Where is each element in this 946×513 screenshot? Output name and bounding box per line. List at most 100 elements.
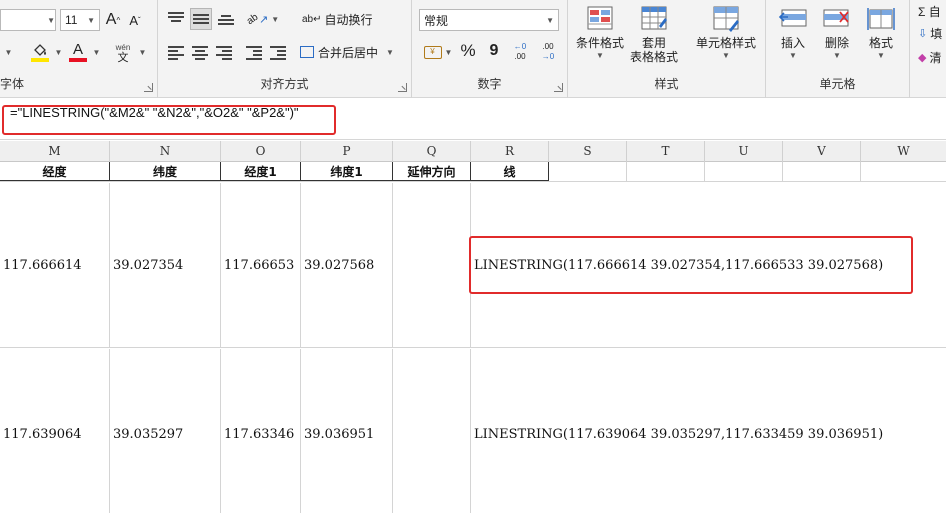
column-header-t[interactable]: T	[627, 141, 705, 162]
comma-style-button[interactable]: 9	[484, 40, 504, 62]
column-header-m[interactable]: M	[0, 141, 110, 162]
column-header-u[interactable]: U	[705, 141, 783, 162]
table-cell[interactable]	[627, 162, 705, 181]
orientation-button[interactable]: ab ↗ ▼	[245, 8, 280, 30]
column-header-v[interactable]: V	[783, 141, 861, 162]
table-cell[interactable]: 117.639064	[0, 349, 110, 513]
column-header-o[interactable]: O	[221, 141, 301, 162]
header-cell-longitude[interactable]: 经度	[0, 162, 110, 181]
currency-icon: ¥	[423, 45, 442, 59]
table-cell[interactable]: 39.027568	[301, 183, 393, 347]
phonetic-dropdown[interactable]: ▼	[136, 44, 147, 60]
grow-font-icon: A	[105, 11, 117, 28]
align-right-button[interactable]	[214, 42, 234, 62]
delete-cells-button[interactable]: 删除 ▼	[822, 4, 852, 60]
border-dropdown[interactable]: ▼	[2, 42, 13, 62]
autosum-button[interactable]: Σ 自	[918, 2, 941, 20]
table-cell[interactable]: 117.66653	[221, 183, 301, 347]
header-cell-direction[interactable]: 延伸方向	[393, 162, 471, 181]
table-cell-linestring[interactable]: LINESTRING(117.666614 39.027354,117.6665…	[471, 183, 946, 347]
table-cell[interactable]: 117.666614	[0, 183, 110, 347]
table-cell[interactable]	[705, 162, 783, 181]
decrease-decimal-button[interactable]: .00 →0	[536, 40, 560, 64]
fill-color-dropdown[interactable]: ▼	[52, 44, 63, 60]
align-top-button[interactable]	[166, 8, 186, 28]
align-bottom-button[interactable]	[216, 8, 236, 28]
cell-styles-button[interactable]: 单元格样式 ▼	[696, 4, 756, 60]
insert-cells-button[interactable]: 插入 ▼	[778, 4, 808, 60]
number-format-dropdown[interactable]: 常规 ▼	[419, 9, 559, 31]
arrow-right-icon: →0	[541, 52, 555, 61]
percent-style-button[interactable]: %	[458, 40, 478, 62]
align-right-icon	[216, 45, 232, 60]
column-header-s[interactable]: S	[549, 141, 627, 162]
fill-color-button[interactable]	[28, 40, 52, 64]
font-color-dropdown[interactable]: ▼	[90, 44, 101, 60]
header-cell-longitude1[interactable]: 经度1	[221, 162, 301, 181]
delete-label: 删除	[824, 36, 849, 50]
table-cell-linestring[interactable]: LINESTRING(117.639064 39.035297,117.6334…	[471, 349, 946, 513]
formula-input[interactable]: ="LINESTRING("&M2&" "&N2&","&O2&" "&P2&"…	[10, 105, 299, 120]
fill-label: 填	[930, 26, 943, 41]
chevron-down-icon: ▼	[271, 14, 280, 24]
alignment-dialog-launcher-icon[interactable]	[398, 83, 407, 92]
wrap-text-label: 自动换行	[324, 12, 373, 27]
column-header-p[interactable]: P	[301, 141, 393, 162]
accounting-format-button[interactable]: ¥ ▼	[420, 42, 456, 62]
delete-cells-icon	[823, 9, 849, 27]
chevron-down-icon: ▼	[789, 51, 797, 60]
align-left-button[interactable]	[166, 42, 186, 62]
merge-center-button[interactable]: 合并后居中 ▼	[300, 41, 398, 63]
format-cells-button[interactable]: 格式 ▼	[866, 4, 896, 60]
shrink-font-button[interactable]: Aˇ	[126, 10, 144, 30]
table-cell[interactable]	[783, 162, 861, 181]
table-cell[interactable]	[861, 162, 946, 181]
table-cell[interactable]	[549, 162, 627, 181]
format-cells-icon	[867, 8, 895, 30]
align-middle-icon	[193, 12, 209, 26]
chevron-down-icon: ▼	[877, 51, 885, 60]
font-name-dropdown[interactable]: ▼	[0, 9, 56, 31]
column-header-r[interactable]: R	[471, 141, 549, 162]
format-as-table-button[interactable]: 套用 表格格式	[630, 4, 678, 65]
decrease-indent-button[interactable]	[244, 42, 264, 62]
table-cell[interactable]	[393, 183, 471, 347]
number-dialog-launcher-icon[interactable]	[554, 83, 563, 92]
alignment-group-label: 对齐方式	[260, 77, 309, 91]
fill-button[interactable]: ⇩ 填	[918, 24, 942, 42]
format-label: 格式	[868, 36, 893, 50]
font-size-dropdown[interactable]: 11 ▼	[60, 9, 100, 31]
chevron-down-icon: ▼	[4, 47, 13, 57]
column-header-n[interactable]: N	[110, 141, 221, 162]
wrap-text-icon: ab↵	[302, 13, 322, 25]
column-header-w[interactable]: W	[861, 141, 946, 162]
merge-cells-icon	[300, 46, 314, 58]
column-header-q[interactable]: Q	[393, 141, 471, 162]
font-color-glyph: A	[72, 41, 83, 58]
formula-bar: ="LINESTRING("&M2&" "&N2&","&O2&" "&P2&"…	[0, 99, 946, 140]
align-middle-button[interactable]	[190, 8, 212, 30]
table-cell[interactable]: 39.036951	[301, 349, 393, 513]
table-cell[interactable]: 39.035297	[110, 349, 221, 513]
wrap-text-button[interactable]: ab↵ 自动换行	[302, 8, 378, 30]
number-group: 常规 ▼ ¥ ▼ % 9 ←0 .00 .00 →0 数字	[412, 0, 568, 98]
align-center-button[interactable]	[190, 42, 210, 62]
header-cell-latitude[interactable]: 纬度	[110, 162, 221, 181]
table-cell[interactable]	[393, 349, 471, 513]
shrink-font-icon: A	[129, 12, 138, 28]
header-cell-latitude1[interactable]: 纬度1	[301, 162, 393, 181]
increase-decimal-button[interactable]: ←0 .00	[508, 40, 532, 64]
phonetic-guide-button[interactable]: wén 文	[110, 40, 136, 66]
table-cell[interactable]: 39.027354	[110, 183, 221, 347]
font-color-button[interactable]: A	[66, 40, 90, 64]
clear-button[interactable]: ◆ 清	[918, 48, 941, 66]
grow-font-button[interactable]: A ^	[104, 10, 122, 30]
font-group: ▼ 11 ▼ A ^ Aˇ ▼ ▼ A ▼ wén 文 ▼ 字体	[0, 0, 158, 98]
font-dialog-launcher-icon[interactable]	[144, 83, 153, 92]
increase-indent-button[interactable]	[268, 42, 288, 62]
font-group-label: 字体	[0, 77, 25, 91]
header-cell-line[interactable]: 线	[471, 162, 549, 181]
font-color-bar	[69, 58, 87, 62]
conditional-format-button[interactable]: 条件格式 ▼	[576, 4, 624, 60]
table-cell[interactable]: 117.63346	[221, 349, 301, 513]
